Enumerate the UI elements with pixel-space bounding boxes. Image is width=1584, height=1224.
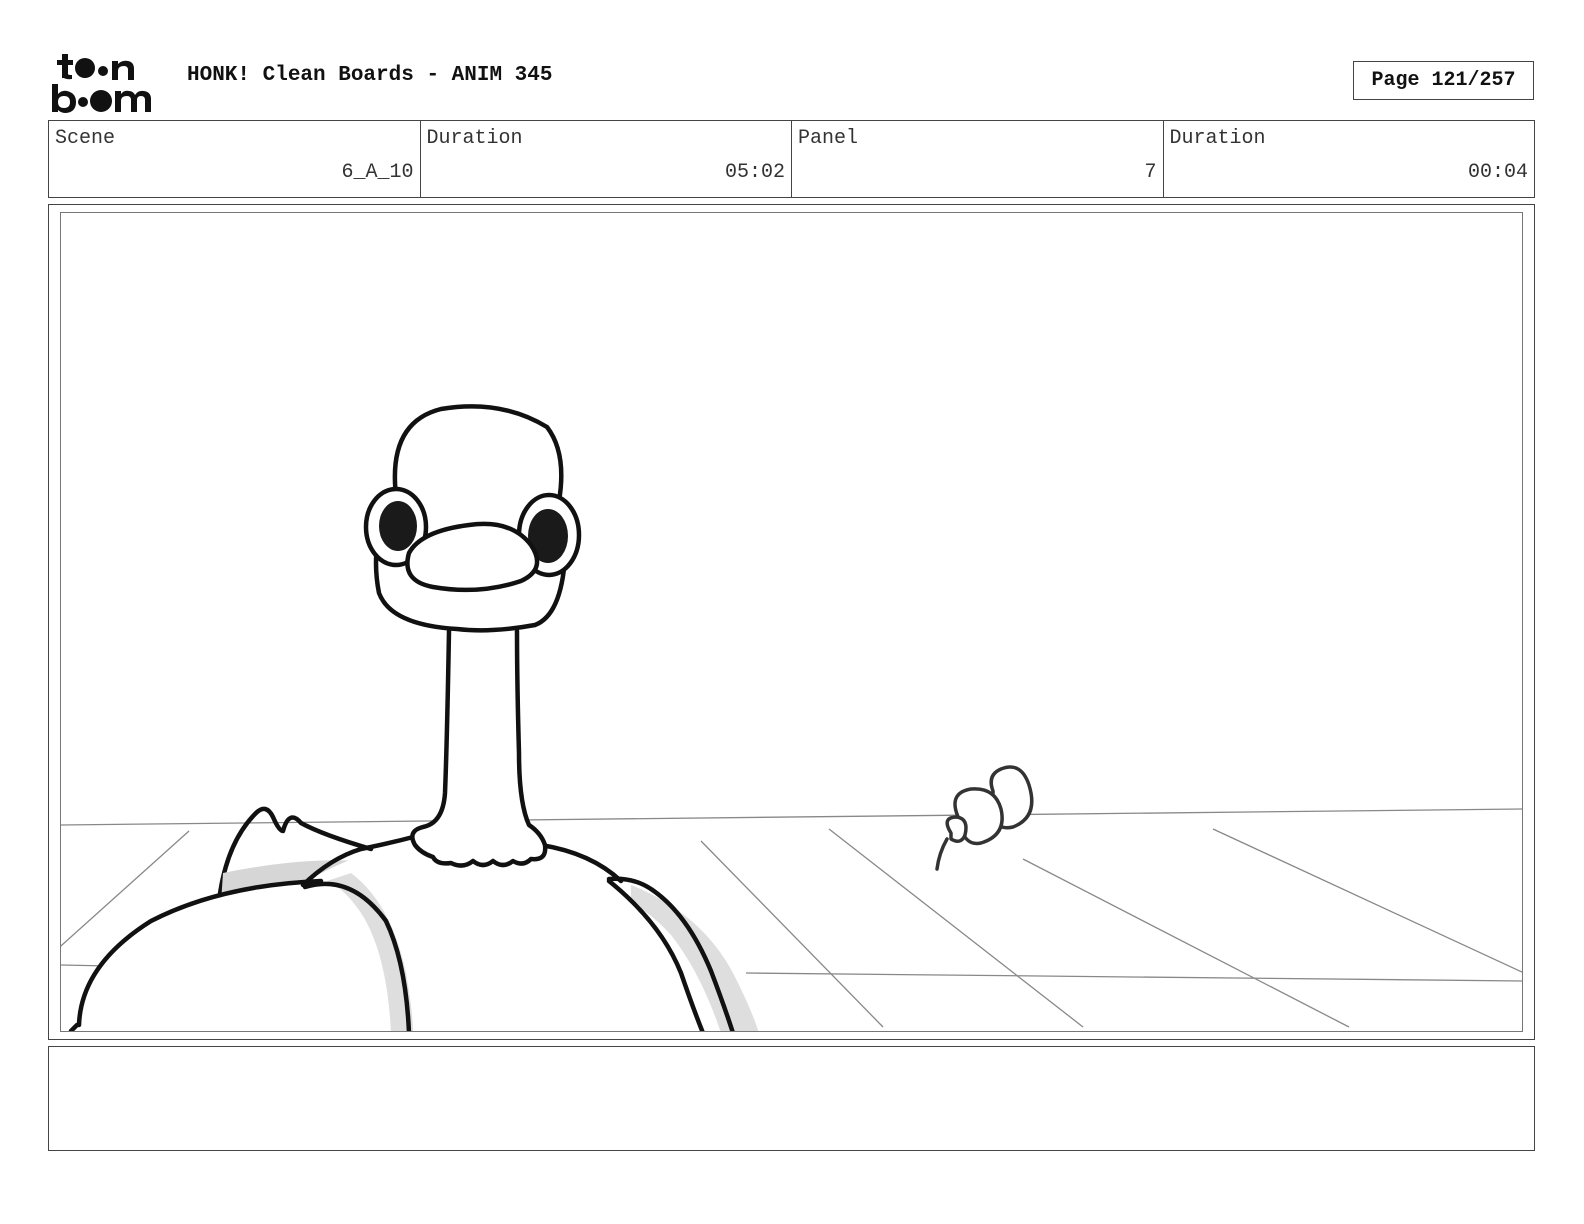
storyboard-panel-image (60, 212, 1523, 1032)
panel-value: 7 (1144, 161, 1157, 184)
scene-duration-label: Duration (426, 127, 523, 150)
panel-duration-cell: Duration 00:04 (1164, 121, 1535, 197)
document-title: HONK! Clean Boards - ANIM 345 (187, 64, 553, 87)
panel-info-row: Scene 6_A_10 Duration 05:02 Panel 7 Dura… (48, 120, 1535, 198)
scene-label: Scene (55, 127, 116, 150)
goose-neck (410, 628, 548, 868)
page-indicator: Page 121/257 (1353, 61, 1534, 100)
push-pin (935, 765, 1034, 871)
scene-value: 6_A_10 (341, 161, 414, 184)
panel-duration-label: Duration (1169, 127, 1266, 150)
panel-duration-value: 00:04 (1467, 161, 1528, 184)
scene-duration-cell: Duration 05:02 (421, 121, 792, 197)
panel-notes-box (48, 1046, 1535, 1151)
panel-label: Panel (798, 127, 859, 150)
scene-duration-value: 05:02 (724, 161, 785, 184)
toon-boom-logo (52, 54, 151, 113)
panel-cell: Panel 7 (792, 121, 1164, 197)
scene-cell: Scene 6_A_10 (49, 121, 421, 197)
storyboard-drawing (61, 404, 1522, 1031)
